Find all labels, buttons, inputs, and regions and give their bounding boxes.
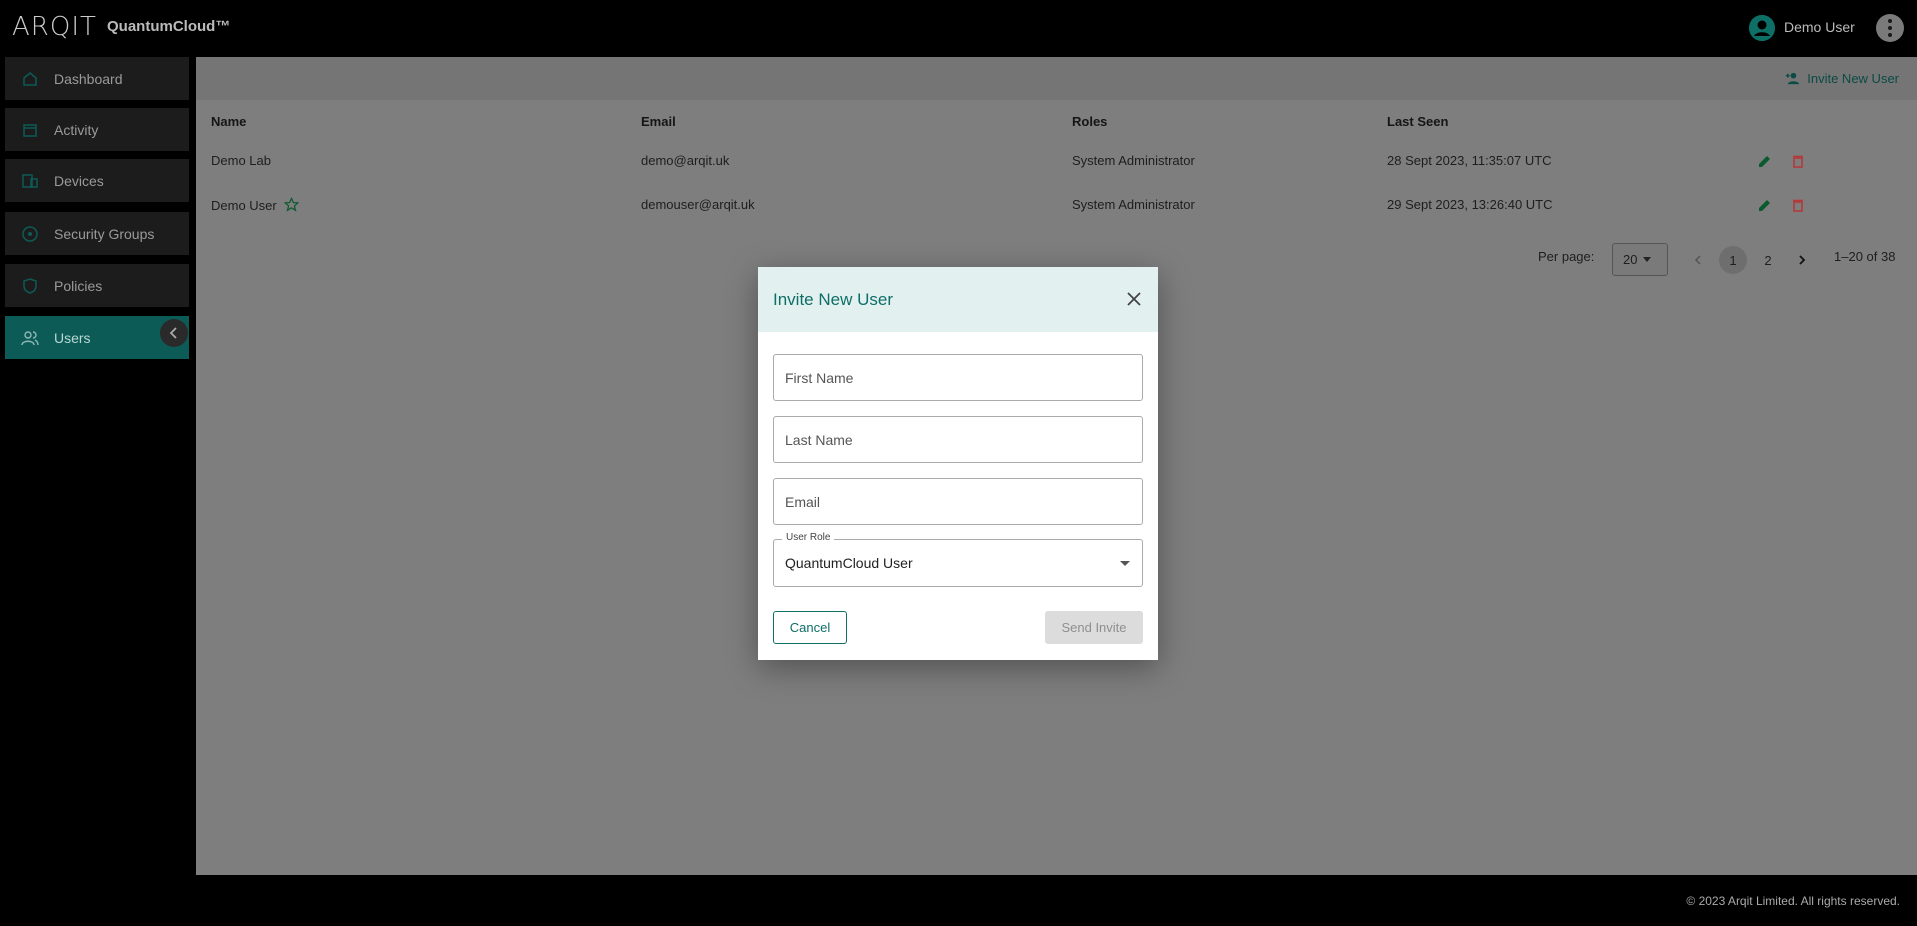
table-row-role: System Administrator [1072, 153, 1195, 168]
delete-icon[interactable] [1790, 153, 1806, 169]
send-invite-button[interactable]: Send Invite [1045, 611, 1143, 644]
devices-icon [21, 172, 39, 190]
page-1-button[interactable]: 1 [1719, 246, 1747, 274]
email-field[interactable] [773, 478, 1143, 525]
edit-icon[interactable] [1757, 197, 1773, 213]
first-name-field[interactable] [773, 354, 1143, 401]
chevron-left-icon [1694, 255, 1701, 265]
table-row-role: System Administrator [1072, 197, 1195, 212]
home-icon [21, 70, 39, 88]
calendar-icon [21, 121, 39, 139]
cancel-button[interactable]: Cancel [773, 611, 847, 644]
people-icon [21, 329, 39, 347]
close-icon[interactable] [1124, 289, 1144, 309]
first-name-input[interactable] [774, 355, 1142, 400]
account-circle-icon[interactable] [1749, 15, 1775, 41]
dialog-title: Invite New User [773, 289, 893, 309]
per-page-select[interactable]: 20 [1612, 243, 1668, 276]
user-role-label: User Role [782, 532, 835, 543]
caret-down-icon [1643, 257, 1652, 262]
column-header-roles[interactable]: Roles [1072, 114, 1107, 129]
sidebar-item-security-groups[interactable]: Security Groups [5, 212, 189, 255]
table-row-name: Demo User [211, 196, 300, 213]
shield-icon [21, 277, 39, 295]
pagination-range: 1–20 of 38 [1834, 249, 1896, 264]
user-role-value: QuantumCloud User [785, 555, 913, 571]
person-add-icon [1786, 72, 1800, 85]
table-row-name-text: Demo User [211, 198, 277, 213]
per-page-label: Per page: [1538, 249, 1595, 264]
last-name-input[interactable] [774, 417, 1142, 462]
page-2-button[interactable]: 2 [1754, 246, 1782, 274]
chevron-left-icon[interactable] [160, 319, 188, 347]
sidebar-item-label: Dashboard [54, 70, 123, 87]
edit-icon[interactable] [1757, 153, 1773, 169]
invite-new-user-label: Invite New User [1807, 71, 1899, 86]
sidebar-item-activity[interactable]: Activity [5, 108, 189, 151]
table-row-last-seen: 29 Sept 2023, 13:26:40 UTC [1387, 197, 1553, 212]
users-toolbar: Invite New User [196, 57, 1917, 100]
user-name[interactable]: Demo User [1784, 19, 1855, 35]
per-page-value: 20 [1623, 252, 1638, 267]
next-page-button[interactable] [1788, 246, 1816, 274]
copyright-text: © 2023 Arqit Limited. All rights reserve… [1686, 894, 1900, 908]
user-role-select[interactable]: User Role QuantumCloud User [773, 532, 1143, 587]
last-name-field[interactable] [773, 416, 1143, 463]
table-row-email: demouser@arqit.uk [641, 197, 755, 212]
sidebar: Dashboard Activity Devices Security Grou… [0, 57, 196, 875]
sidebar-item-label: Users [54, 329, 91, 346]
column-header-name[interactable]: Name [211, 114, 246, 129]
hub-icon [21, 225, 39, 243]
column-header-email[interactable]: Email [641, 114, 676, 129]
table-row-email: demo@arqit.uk [641, 153, 730, 168]
table-row-last-seen: 28 Sept 2023, 11:35:07 UTC [1387, 153, 1552, 168]
sidebar-item-label: Activity [54, 121, 99, 138]
caret-down-icon [1120, 561, 1130, 566]
invite-new-user-button[interactable]: Invite New User [1784, 70, 1899, 87]
chevron-right-icon [1799, 255, 1806, 265]
sidebar-item-devices[interactable]: Devices [5, 159, 189, 202]
dialog-header: Invite New User [758, 267, 1158, 332]
sidebar-item-dashboard[interactable]: Dashboard [5, 57, 189, 100]
arqit-logo[interactable]: ARQIT [12, 12, 97, 42]
top-bar: ARQIT QuantumCloud™ Demo User [0, 0, 1917, 57]
more-vert-icon[interactable] [1876, 14, 1904, 42]
sidebar-item-policies[interactable]: Policies [5, 264, 189, 307]
column-header-last-seen[interactable]: Last Seen [1387, 114, 1448, 129]
invite-user-dialog: Invite New User User Role QuantumCloud U… [758, 267, 1158, 660]
prev-page-button[interactable] [1684, 246, 1712, 274]
email-input[interactable] [774, 479, 1142, 524]
product-name: QuantumCloud™ [107, 18, 231, 35]
table-row-name: Demo Lab [211, 153, 271, 168]
footer: © 2023 Arqit Limited. All rights reserve… [0, 875, 1917, 926]
sidebar-item-label: Security Groups [54, 225, 155, 242]
star-outline-icon [283, 196, 300, 212]
delete-icon[interactable] [1790, 197, 1806, 213]
sidebar-item-label: Devices [54, 172, 104, 189]
sidebar-item-label: Policies [54, 277, 103, 294]
